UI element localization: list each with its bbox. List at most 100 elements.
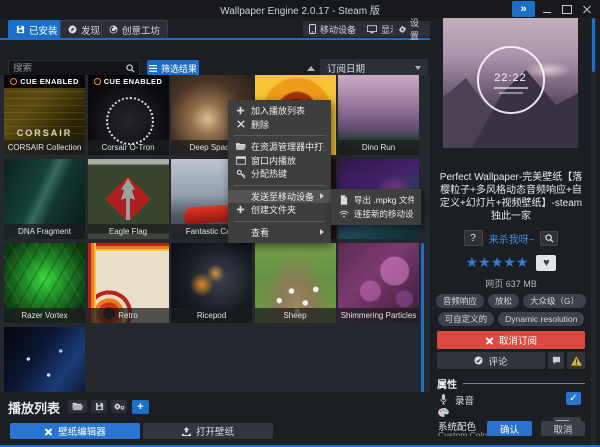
star-icon[interactable]: ★ [466,254,479,270]
collapse-filter-button[interactable] [304,63,317,74]
folder-icon [235,142,246,151]
wallpaper-tile[interactable]: Eagle Flag [88,159,169,239]
tools-icon [44,427,53,436]
context-submenu: 导出 .mpkg 文件连接新的移动设备 [331,189,421,225]
search-input[interactable] [9,63,126,74]
phone-icon [309,24,316,34]
comment-button[interactable]: 评论 [437,352,545,369]
context-menu-item[interactable]: 窗口内播放 [228,154,331,168]
confirm-button[interactable]: 确认 [487,421,532,436]
menu-item-label: 连接新的移动设备 [354,208,414,220]
star-icon[interactable]: ★ [478,254,491,270]
chat-bubble-button[interactable] [548,352,564,369]
open-wallpaper-button[interactable]: 打开壁纸 [143,423,273,439]
wallpaper-tile[interactable]: Razer Vortex [4,243,85,323]
type-size-label: 网页 637 MB [430,277,592,290]
context-menu-item[interactable]: 查看 [228,226,331,240]
context-menu-item[interactable]: 导出 .mpkg 文件 [331,193,421,207]
chevron-up-icon [307,66,315,71]
sort-value: 订阅日期 [327,61,365,75]
maximize-button[interactable] [559,1,575,17]
add-playlist-button[interactable]: + [132,400,149,414]
save-icon [95,402,104,411]
context-menu-item[interactable]: 连接新的移动设备 [331,207,421,221]
comment-check-icon [474,356,483,365]
favorite-button[interactable]: ♥ [536,255,556,271]
wallpaper-tile[interactable]: Shimmering Particles [338,243,419,323]
wallpaper-tile[interactable]: DNA Fragment [4,159,85,239]
x-icon [237,120,245,128]
open-playlist-button[interactable] [68,400,87,413]
tag-pill: Dynamic resolution [498,312,584,326]
tile-title: Retro [88,308,169,323]
expand-panel-button[interactable] [512,1,535,17]
filter-results-button[interactable]: 筛选结果 [147,60,199,76]
search-icon [545,234,554,243]
save-playlist-button[interactable] [91,400,107,413]
wallpaper-preview[interactable]: 22:22 [443,18,578,148]
cue-logo-icon [10,78,17,85]
wallpaper-tile[interactable]: CUE ENABLEDCorsair O-Tron [88,75,169,155]
detail-scrollbar-thumb[interactable] [592,18,595,72]
browser-pane: 已安装 发现 创意工坊 移动设备 显示 设置 [0,18,430,447]
star-icon[interactable]: ★ [491,254,504,270]
playlist-title: 播放列表 [8,398,60,417]
tile-title: CORSAIR Collection [4,140,85,155]
menu-item-label: 分配热键 [251,167,324,180]
context-menu-item[interactable]: 删除 [228,118,331,132]
window-title: Wallpaper Engine 2.0.17 - Steam 版 [0,2,600,17]
wallpaper-tile[interactable]: Retro [88,243,169,323]
wallpaper-tile[interactable]: CUE ENABLEDCORSAIRCORSAIR Collection [4,75,85,155]
mobile-devices-button[interactable]: 移动设备 [303,21,362,37]
report-button[interactable] [567,352,585,369]
menu-item-label: 导出 .mpkg 文件 [354,194,414,206]
plus-icon [236,205,245,214]
sort-dropdown[interactable]: 订阅日期 [320,59,428,76]
rating-stars[interactable]: ★★★★★ [466,254,529,272]
detail-scrollbar-track[interactable] [591,18,596,447]
context-menu-item[interactable]: 发送至移动设备 [228,190,331,204]
minimize-button[interactable] [539,1,555,17]
clock-time: 22:22 [479,72,543,84]
upload-icon [182,427,191,436]
comment-label: 评论 [488,354,507,368]
menu-item-label: 在资源管理器中打开 [251,140,324,153]
author-link[interactable]: 来杀我呀~ [489,231,535,246]
gear-icon [399,25,406,34]
context-menu-item[interactable]: 在资源管理器中打开 [228,140,331,154]
property-row-recording: 录音 ✓ [440,392,585,407]
plus-icon [235,106,246,115]
menu-item-label: 创建文件夹 [251,203,324,216]
recording-checkbox[interactable]: ✓ [566,392,581,405]
clock-date-line [499,92,523,94]
workshop-icon [109,25,118,34]
star-icon[interactable]: ★ [503,254,516,270]
tab-workshop-label: 创意工坊 [122,23,160,37]
wallpaper-editor-button[interactable]: 壁纸编辑器 [10,423,140,439]
context-menu-item[interactable]: 分配热键 [228,167,331,181]
property-color-sublabel: Custom Color [438,430,490,436]
context-menu-item[interactable]: 加入播放列表 [228,104,331,118]
wallpaper-tile[interactable]: Dino Run [338,75,419,155]
close-button[interactable] [579,1,595,17]
folder-icon [236,142,246,151]
star-icon[interactable]: ★ [516,254,529,270]
detail-panel: 22:22 Perfect Wallpaper-完美壁纸【落樱粒子+多风格动态音… [430,18,592,447]
author-search-button[interactable] [540,231,558,246]
key-icon [235,169,246,179]
tab-workshop[interactable]: 创意工坊 [101,20,168,38]
tile-title: Corsair O-Tron [88,140,169,155]
chevron-down-icon [415,66,421,70]
wallpaper-tile[interactable]: Sheep [255,243,336,323]
unsubscribe-button[interactable]: 取消订阅 [437,331,585,349]
open-wallpaper-label: 打开壁纸 [196,424,234,438]
warning-triangle-icon [571,356,582,366]
context-menu-item[interactable]: 创建文件夹 [228,203,331,217]
settings-button[interactable]: 设置 [393,21,430,37]
menu-item-label: 查看 [251,226,315,239]
wallpaper-tile[interactable]: Ricepod [171,243,252,323]
cancel-button[interactable]: 取消 [541,421,585,436]
playlist-settings-button[interactable] [111,400,127,413]
tag-pill: 放松 [488,294,519,308]
menu-item-label: 发送至移动设备 [251,190,315,203]
